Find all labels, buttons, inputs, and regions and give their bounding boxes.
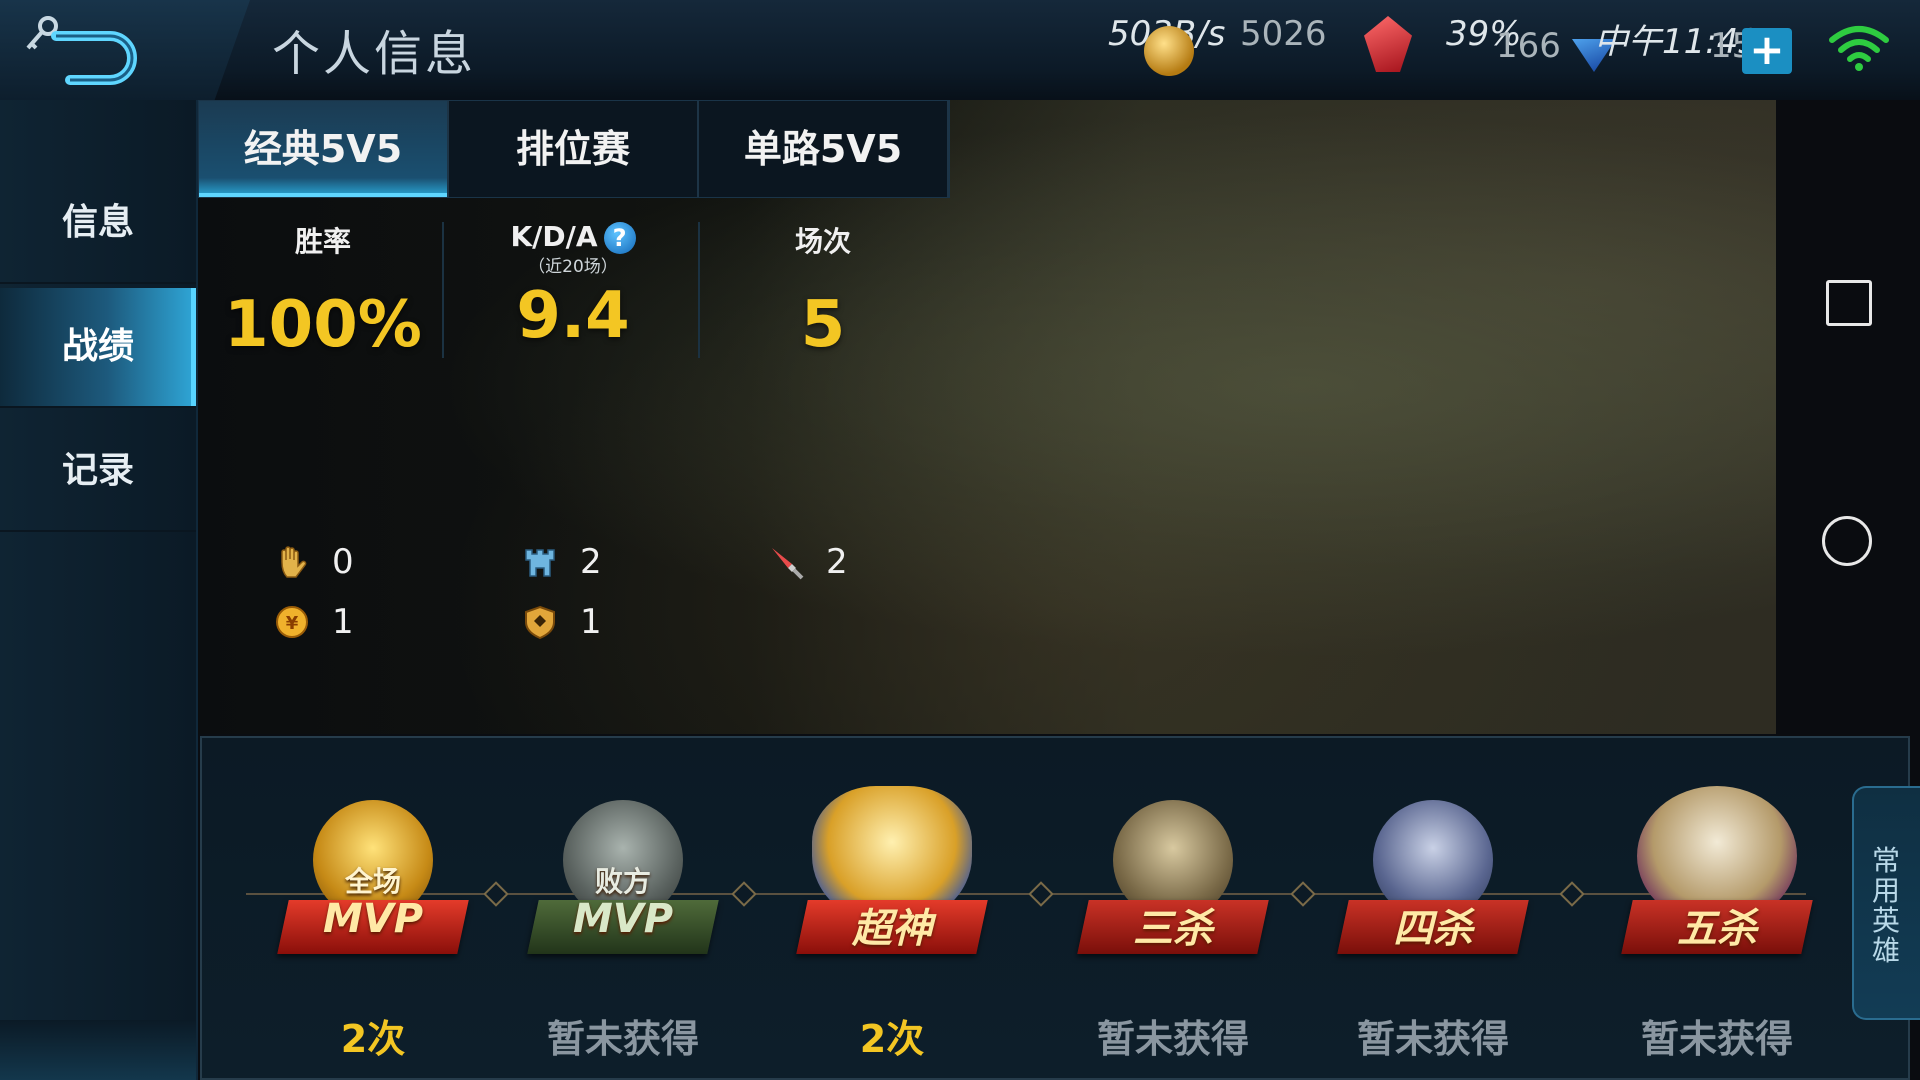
kda-stat: K/D/A? （近20场） 9.4 [448,220,698,353]
gems-count: 166 [1496,26,1561,66]
badge-label: 三杀 [1133,906,1213,952]
small-stat-value: 1 [580,602,602,642]
frequent-heroes-label: 常用英雄 [1871,844,1900,967]
achievement-losing-mvp[interactable]: 败方 MVP 暂未获得 [508,780,738,1063]
red-gem-icon [1364,16,1412,72]
frequent-heroes-tab[interactable]: 常用英雄 [1852,786,1920,1020]
achievement-quadra-kill[interactable]: 四杀 暂未获得 [1318,780,1548,1063]
mode-tabs: 经典5V5 排位赛 单路5V5 [198,100,950,198]
small-stat-hand: 0 [274,542,354,582]
hand-icon [281,546,307,578]
top-bar: 个人信息 503B/s 5026 39% 166 中午11:43 15 + [0,0,1920,113]
add-currency-button[interactable]: + [1742,28,1792,74]
achievement-count: 暂未获得 [546,1017,699,1061]
sidebar: 信息 战绩 记录 [0,100,198,1080]
sidebar-item-record[interactable]: 战绩 [0,288,196,408]
small-stat-value: 2 [826,542,848,582]
coins-count: 5026 [1240,14,1327,54]
godlike-badge-icon: 超神 [792,780,992,980]
matches-stat: 场次 . 5 [698,220,948,362]
back-arrow-icon [51,31,137,85]
small-stat-tower: 2 [522,542,602,582]
matches-label: 场次 [794,225,851,258]
gold-coin-icon: ¥ [276,606,308,638]
win-rate-label: 胜率 [294,225,351,258]
tab-ranked[interactable]: 排位赛 [449,101,699,197]
small-stat-value: 0 [332,542,354,582]
kda-label: K/D/A [510,220,598,253]
penta-kill-badge-icon: 五杀 [1617,780,1817,980]
badge-label: MVP [572,896,674,942]
shield-icon [525,605,555,640]
divider [442,222,444,358]
recent-apps-button[interactable] [1826,280,1872,326]
badge-label: 五杀 [1677,906,1757,952]
kda-value: 9.4 [516,279,630,353]
badge-label: MVP [322,896,424,942]
back-button[interactable] [0,0,250,113]
triple-kill-badge-icon: 三杀 [1073,780,1273,980]
svg-text:¥: ¥ [286,613,299,634]
win-rate-value: 100% [224,288,422,362]
badge-top-text: 败方 [594,865,651,898]
small-stat-value: 1 [332,602,354,642]
achievement-count: 2次 [859,1017,925,1061]
badge-label: 四杀 [1393,906,1473,952]
achievement-count: 暂未获得 [1640,1017,1793,1061]
achievement-penta-kill[interactable]: 五杀 暂未获得 [1602,780,1832,1063]
wifi-icon [1829,26,1889,71]
sword-icon [772,548,804,580]
tab-classic-5v5[interactable]: 经典5V5 [199,101,449,197]
full-mvp-badge-icon: 全场 MVP [273,780,473,980]
losing-mvp-badge-icon: 败方 MVP [523,780,723,980]
tower-icon [525,549,555,577]
achievement-full-mvp[interactable]: 全场 MVP 2次 [258,780,488,1063]
badge-top-text: 全场 [344,865,401,898]
stats-panel: 经典5V5 排位赛 单路5V5 胜率 . 100% K/D/A? （近20场） … [198,100,1776,734]
achievement-count: 2次 [340,1017,406,1061]
quadra-kill-badge-icon: 四杀 [1333,780,1533,980]
home-button[interactable] [1822,516,1872,566]
page-title: 个人信息 [272,26,477,82]
win-rate-stat: 胜率 . 100% [198,220,448,362]
achievement-count: 暂未获得 [1096,1017,1249,1061]
small-stat-gold: ¥ 1 [274,602,354,642]
tab-solo-lane-5v5[interactable]: 单路5V5 [699,101,949,197]
achievement-godlike[interactable]: 超神 2次 [777,780,1007,1063]
achievement-triple-kill[interactable]: 三杀 暂未获得 [1058,780,1288,1063]
gold-coin-currency-icon [1144,26,1194,76]
kda-subtitle: （近20场） [528,257,618,277]
small-stat-value: 2 [580,542,602,582]
matches-value: 5 [800,288,846,362]
sidebar-item-history[interactable]: 记录 [0,412,196,532]
badge-label: 超神 [852,906,932,952]
small-stat-shield: 1 [522,602,602,642]
small-stat-sword: 2 [768,542,848,582]
sidebar-item-info[interactable]: 信息 [0,164,196,284]
achievement-count: 暂未获得 [1356,1017,1509,1061]
sidebar-footer [0,1020,196,1080]
help-icon[interactable]: ? [603,222,636,254]
